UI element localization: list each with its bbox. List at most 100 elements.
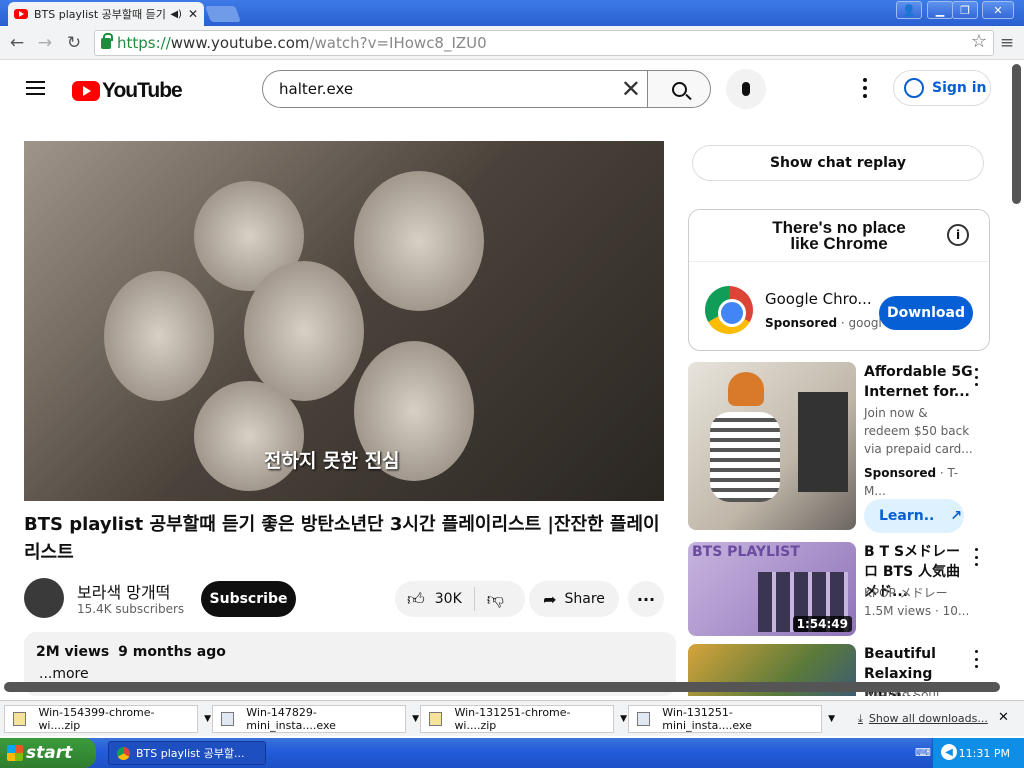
account-icon: [904, 78, 924, 98]
vertical-scrollbar[interactable]: [1012, 64, 1021, 204]
rec-meta: Sponsored · T-M...: [864, 466, 959, 498]
voice-search-button[interactable]: [726, 69, 766, 109]
reload-icon[interactable]: ↻: [63, 32, 85, 54]
rec-meta: 1.5M views · 10...: [864, 604, 970, 618]
taskbar: start BTS playlist 공부할... ⌨ ◀ 11:31 PM: [0, 738, 1024, 768]
upload-age: 9 months ago: [118, 644, 226, 660]
like-count: 30K: [434, 591, 462, 607]
lock-icon: [101, 32, 113, 49]
new-tab-button[interactable]: [205, 6, 241, 22]
rec-channel: KPOP メドレー: [864, 586, 948, 600]
channel-avatar[interactable]: [24, 578, 64, 618]
windows-logo-icon: [7, 745, 23, 761]
chrome-icon: [117, 746, 130, 760]
video-frame-figure: [354, 171, 484, 311]
search-button[interactable]: [647, 70, 711, 108]
external-link-icon: ↗: [950, 508, 963, 524]
rec-kebab-icon[interactable]: [972, 650, 980, 668]
chrome-logo-icon: [705, 286, 753, 334]
search-icon: [671, 81, 687, 97]
ad-sponsored-line: Sponsored · googl: [765, 316, 882, 330]
close-shelf-icon[interactable]: ✕: [998, 710, 1009, 725]
start-button[interactable]: start: [0, 738, 96, 768]
share-icon: ➦: [543, 589, 557, 609]
rec-description: Join now & redeem $50 back via prepaid c…: [864, 406, 973, 456]
window-titlebar: BTS playlist 공부할때 듣기 ◀) ✕ 👤 ▁ ❐ ✕: [0, 0, 1024, 26]
clock: 11:31 PM: [958, 746, 1010, 760]
chevron-down-icon[interactable]: ▼: [412, 714, 419, 724]
settings-kebab-icon[interactable]: [858, 76, 872, 100]
zip-file-icon: [13, 712, 27, 726]
more-actions-button[interactable]: ···: [628, 581, 664, 617]
youtube-play-icon: [72, 81, 100, 101]
profile-icon[interactable]: 👤: [896, 1, 922, 19]
thumbnail-monitor: [798, 392, 848, 492]
video-thumbnail[interactable]: BTS PLAYLIST 1:54:49: [688, 542, 856, 636]
bookmark-star-icon[interactable]: ☆: [971, 31, 987, 52]
exe-file-icon: [221, 712, 235, 726]
chrome-ad-card[interactable]: There's no place like Chrome i Google Ch…: [688, 209, 990, 351]
chevron-down-icon[interactable]: ▼: [620, 714, 627, 724]
search-input[interactable]: halter.exe ✕: [262, 70, 648, 108]
sponsored-video-item[interactable]: Affordable 5G Internet for... Join now &…: [688, 362, 998, 533]
share-button[interactable]: ➦ Share: [529, 581, 619, 617]
thumbnail-text: BTS PLAYLIST: [692, 544, 800, 560]
chevron-down-icon[interactable]: ▼: [204, 714, 211, 724]
like-button[interactable]: 👍︎ 30K: [395, 589, 462, 610]
tray-arrow-icon[interactable]: ◀: [941, 744, 957, 760]
info-icon[interactable]: i: [947, 224, 969, 246]
subscribe-button[interactable]: Subscribe: [201, 581, 296, 617]
video-player[interactable]: 전하지 못한 진심: [24, 141, 664, 501]
download-button[interactable]: Download: [879, 296, 973, 330]
learn-more-button[interactable]: Learn.. ↗: [864, 499, 964, 533]
back-icon[interactable]: ←: [6, 32, 28, 54]
chevron-down-icon[interactable]: ▼: [828, 714, 835, 724]
show-all-downloads-link[interactable]: ⤓ Show all downloads...: [858, 712, 988, 726]
download-icon: ⤓: [858, 712, 863, 725]
forward-icon[interactable]: →: [34, 32, 56, 54]
download-item[interactable]: Win-154399-chrome-wi....zip ▼: [4, 705, 211, 733]
browser-tab[interactable]: BTS playlist 공부할때 듣기 ◀) ✕: [8, 2, 204, 26]
url-scheme: https://: [117, 34, 171, 52]
recommended-video-item[interactable]: BTS PLAYLIST 1:54:49 B T Sメドレーロ BTS 人気曲 …: [688, 542, 998, 638]
address-bar[interactable]: https:// www.youtube.com /watch?v=IHowc8…: [94, 30, 994, 56]
video-frame-figure: [194, 381, 304, 491]
rec-kebab-icon[interactable]: [972, 368, 980, 386]
zip-file-icon: [429, 712, 443, 726]
minimize-button[interactable]: ▁: [927, 1, 953, 19]
chrome-menu-icon[interactable]: ≡: [996, 32, 1018, 54]
horizontal-scrollbar[interactable]: [4, 682, 1000, 692]
video-frame-figure: [104, 271, 214, 401]
start-label: start: [26, 743, 73, 763]
show-more-link[interactable]: ...more: [39, 666, 664, 682]
show-chat-replay-button[interactable]: Show chat replay: [692, 145, 984, 181]
rec-kebab-icon[interactable]: [972, 548, 980, 566]
browser-toolbar: ← → ↻ https:// www.youtube.com /watch?v=…: [0, 26, 1024, 60]
sign-in-label: Sign in: [932, 80, 987, 96]
download-item[interactable]: Win-147829-mini_insta....exe ▼: [212, 705, 419, 733]
ad-banner-text: There's no place like Chrome: [689, 210, 989, 262]
download-item[interactable]: Win-131251-mini_insta....exe ▼: [628, 705, 835, 733]
video-frame-figure: [244, 261, 364, 401]
like-dislike-group: 👍︎ 30K 👎︎: [395, 581, 525, 617]
audio-icon: ◀): [170, 8, 182, 20]
channel-name[interactable]: 보라색 망개떡: [77, 579, 170, 603]
download-item[interactable]: Win-131251-chrome-wi....zip ▼: [420, 705, 627, 733]
thumbs-up-icon: 👍︎: [407, 589, 425, 610]
search-value: halter.exe: [279, 80, 354, 98]
video-subtitle: 전하지 못한 진심: [264, 450, 400, 472]
taskbar-chrome-item[interactable]: BTS playlist 공부할...: [108, 741, 266, 765]
maximize-button[interactable]: ❐: [952, 1, 978, 19]
close-tab-icon[interactable]: ✕: [188, 7, 198, 21]
youtube-logo[interactable]: YouTube: [72, 79, 183, 103]
dislike-button[interactable]: 👎︎: [487, 589, 504, 610]
video-thumbnail[interactable]: [688, 362, 856, 530]
close-window-button[interactable]: ✕: [982, 1, 1014, 19]
hamburger-menu-icon[interactable]: [26, 81, 45, 95]
keyboard-icon[interactable]: ⌨: [915, 746, 931, 759]
tab-title: BTS playlist 공부할때 듣기: [34, 8, 166, 21]
clear-search-icon[interactable]: ✕: [621, 77, 641, 101]
sign-in-button[interactable]: Sign in: [893, 70, 991, 106]
youtube-wordmark: YouTube: [102, 79, 183, 102]
youtube-favicon-icon: [14, 9, 28, 19]
